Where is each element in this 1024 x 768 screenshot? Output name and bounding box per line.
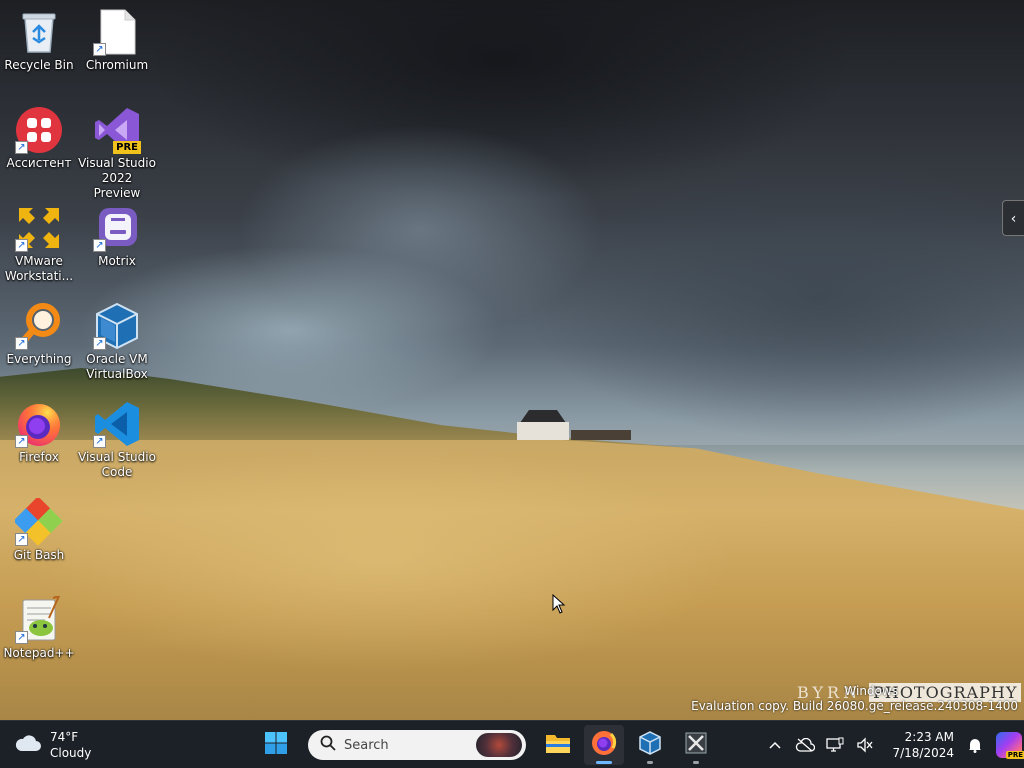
volume-muted-icon (857, 737, 873, 753)
start-button[interactable] (256, 725, 296, 765)
notifications-button[interactable] (963, 733, 987, 757)
virtualbox-icon: ↗ (93, 302, 141, 350)
desktop-icon-firefox[interactable]: ↗ Firefox (0, 400, 78, 465)
taskbar-search-box[interactable]: Search (308, 730, 526, 760)
copilot-pre-badge: PRE (1005, 751, 1024, 759)
desktop-icon-everything[interactable]: ↗ Everything (0, 302, 78, 367)
vscode-icon: ↗ (93, 400, 141, 448)
clock[interactable]: 2:23 AM 7/18/2024 (884, 729, 954, 761)
shortcut-arrow-icon: ↗ (93, 43, 106, 56)
taskbar-file-explorer[interactable] (538, 725, 578, 765)
git-bash-icon: ↗ (13, 496, 63, 546)
network-icon (826, 737, 844, 752)
volume-button[interactable] (853, 733, 877, 757)
bell-icon (969, 739, 981, 753)
cloud-icon (14, 733, 42, 757)
desktop-icon-visual-studio[interactable]: PRE Visual Studio 2022 Preview (78, 106, 156, 201)
shortcut-arrow-icon: ↗ (15, 337, 28, 350)
search-highlight-image (476, 733, 522, 757)
search-icon (320, 735, 336, 755)
windows-start-icon (264, 731, 288, 759)
weather-widget[interactable]: 74°F Cloudy (14, 727, 91, 763)
search-placeholder: Search (344, 737, 389, 753)
preview-badge: PRE (113, 141, 141, 154)
desktop-icon-vscode[interactable]: ↗ Visual Studio Code (78, 400, 156, 480)
taskbar-firefox[interactable] (584, 725, 624, 765)
weather-condition: Cloudy (50, 746, 92, 760)
taskbar-tool[interactable] (676, 725, 716, 765)
clock-date: 7/18/2024 (892, 746, 954, 760)
running-indicator (596, 761, 612, 764)
beach-house (515, 410, 631, 440)
folder-icon (545, 732, 571, 758)
clock-time: 2:23 AM (904, 730, 954, 744)
recycle-bin-icon (15, 8, 63, 56)
mouse-cursor-icon (552, 594, 566, 614)
notepad-plus-plus-icon: ↗ (15, 594, 63, 644)
everything-search-icon: ↗ (15, 302, 63, 350)
assistant-icon: ↗ (15, 106, 63, 154)
chevron-up-icon (769, 741, 781, 749)
shortcut-arrow-icon: ↗ (15, 435, 28, 448)
onedrive-offline-button[interactable] (793, 733, 817, 757)
desktop-icon-motrix[interactable]: ↗ Motrix (78, 204, 156, 269)
vmware-icon: ↗ (15, 204, 63, 252)
shortcut-arrow-icon: ↗ (15, 141, 28, 154)
show-hidden-icons-button[interactable] (763, 733, 787, 757)
shortcut-arrow-icon: ↗ (93, 239, 106, 252)
desktop-icon-recycle-bin[interactable]: Recycle Bin (0, 8, 78, 73)
blank-file-icon: ↗ (93, 8, 141, 56)
windows-evaluation-watermark: Windows Evaluation copy. Build 26080.ge_… (691, 684, 1018, 714)
firefox-icon (591, 730, 617, 760)
firefox-icon: ↗ (15, 400, 63, 448)
shortcut-arrow-icon: ↗ (15, 533, 28, 546)
system-tray: 2:23 AM 7/18/2024 PRE (760, 725, 1024, 765)
running-indicator (647, 761, 653, 764)
desktop-icon-notepad-plus-plus[interactable]: ↗ Notepad++ (0, 594, 78, 661)
virtualbox-icon (638, 731, 662, 759)
windows-edition-text: Windows (844, 684, 898, 698)
network-button[interactable] (823, 733, 847, 757)
chevron-left-icon: ‹ (1010, 211, 1017, 227)
taskbar-center: Search (256, 725, 716, 765)
shortcut-arrow-icon: ↗ (15, 239, 28, 252)
build-info-text: Evaluation copy. Build 26080.ge_release.… (691, 699, 1018, 713)
copilot-button[interactable]: PRE (996, 732, 1024, 759)
desktop-icon-assistant[interactable]: ↗ Ассистент (0, 106, 78, 171)
taskbar: 74°F Cloudy Search 2:23 AM 7/18/2024 PRE (0, 720, 1024, 768)
desktop-icon-vmware[interactable]: ↗ VMware Workstati... (0, 204, 78, 284)
running-indicator (693, 761, 699, 764)
desktop-icon-virtualbox[interactable]: ↗ Oracle VM VirtualBox (78, 302, 156, 382)
weather-temperature: 74°F (50, 730, 79, 744)
taskbar-virtualbox[interactable] (630, 725, 670, 765)
side-panel-toggle[interactable]: ‹ (1002, 200, 1024, 236)
shortcut-arrow-icon: ↗ (93, 337, 106, 350)
desktop-icon-git-bash[interactable]: ↗ Git Bash (0, 496, 78, 563)
motrix-icon: ↗ (93, 204, 141, 252)
shortcut-arrow-icon: ↗ (15, 631, 28, 644)
tools-icon (684, 731, 708, 759)
visual-studio-icon: PRE (93, 106, 141, 154)
shortcut-arrow-icon: ↗ (93, 435, 106, 448)
desktop-icon-chromium[interactable]: ↗ Chromium (78, 8, 156, 73)
cloud-offline-icon (795, 738, 815, 752)
